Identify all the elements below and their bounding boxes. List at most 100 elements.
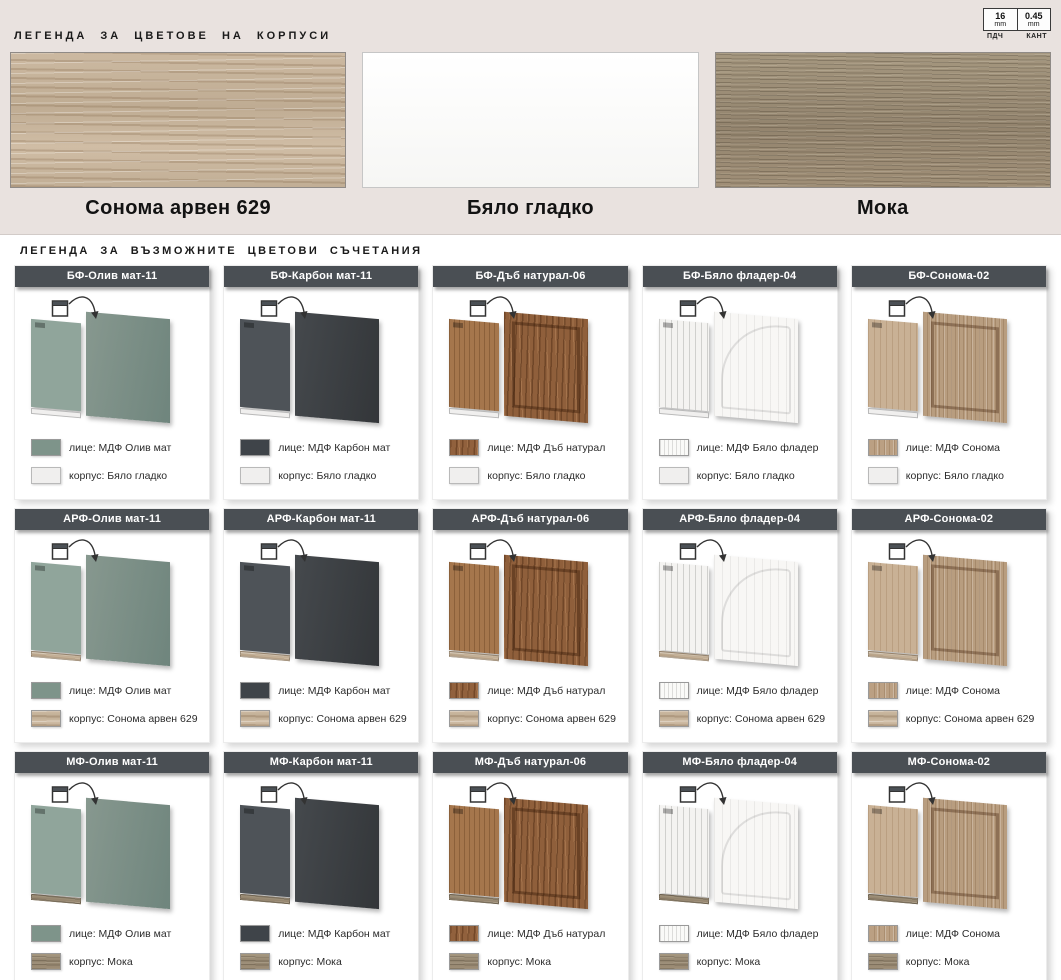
combo-card: АРФ-Карбон мат-11 лице: МДФ Карбон мат к… [223, 508, 419, 743]
body-color-swatch [449, 710, 479, 727]
face-color-swatch [31, 439, 61, 456]
combo-card: БФ-Сонома-02 лице: МДФ Сонома корпус: Бя… [851, 265, 1047, 500]
combo-card: МФ-Бяло фладер-04 лице: МДФ Бяло фладер … [642, 751, 838, 980]
combo-card: МФ-Сонома-02 лице: МДФ Сонома корпус: Мо… [851, 751, 1047, 980]
body-legend-label: корпус: Бяло гладко [278, 470, 376, 482]
face-legend-row: лице: МДФ Дъб натурал [449, 682, 627, 699]
combo-card: БФ-Карбон мат-11 лице: МДФ Карбон мат ко… [223, 265, 419, 500]
body-legend-row: корпус: Бяло гладко [31, 467, 209, 484]
combinations-section: ЛЕГЕНДА ЗА ВЪЗМОЖНИТЕ ЦВЕТОВИ СЪЧЕТАНИЯ … [0, 235, 1061, 980]
edge-band-value: 0.45 [1025, 11, 1043, 21]
corpus-strip [449, 894, 499, 904]
edge-detail-icon [469, 532, 521, 576]
body-legend-label: корпус: Мока [697, 956, 761, 968]
face-legend-row: лице: МДФ Сонома [868, 439, 1046, 456]
catalog-page: 16 mm 0.45 mm ПДЧ КАНТ ЛЕГЕНДА ЗА ЦВЕТОВ… [0, 0, 1061, 980]
corpus-color-item: Сонома арвен 629 [10, 52, 346, 220]
combo-card: БФ-Бяло фладер-04 лице: МДФ Бяло фладер … [642, 265, 838, 500]
combo-card: БФ-Дъб натурал-06 лице: МДФ Дъб натурал … [432, 265, 628, 500]
combo-illustration [643, 773, 837, 925]
combo-card: АРФ-Олив мат-11 лице: МДФ Олив мат корпу… [14, 508, 210, 743]
corpus-colors-section: 16 mm 0.45 mm ПДЧ КАНТ ЛЕГЕНДА ЗА ЦВЕТОВ… [0, 0, 1061, 235]
body-color-swatch [449, 467, 479, 484]
edge-band-label: КАНТ [1026, 33, 1047, 40]
body-legend-label: корпус: Бяло гладко [697, 470, 795, 482]
corpus-strip [240, 894, 290, 904]
corpus-color-name: Мока [715, 197, 1051, 220]
corpus-strip [31, 651, 81, 661]
edge-detail-icon [888, 775, 940, 819]
edge-detail-icon [679, 532, 731, 576]
face-color-swatch [868, 682, 898, 699]
body-color-swatch [659, 467, 689, 484]
combo-illustration [15, 287, 209, 439]
corpus-color-swatch [10, 52, 346, 188]
face-legend-row: лице: МДФ Сонома [868, 682, 1046, 699]
face-legend-row: лице: МДФ Бяло фладер [659, 682, 837, 699]
body-color-swatch [868, 710, 898, 727]
face-legend-row: лице: МДФ Сонома [868, 925, 1046, 942]
face-color-swatch [240, 439, 270, 456]
combo-illustration [433, 287, 627, 439]
combo-card: АРФ-Дъб натурал-06 лице: МДФ Дъб натурал… [432, 508, 628, 743]
combo-card-title: АРФ-Бяло фладер-04 [643, 509, 837, 530]
body-legend-label: корпус: Мока [69, 956, 133, 968]
edge-detail-icon [888, 532, 940, 576]
face-color-swatch [449, 439, 479, 456]
face-legend-label: лице: МДФ Дъб натурал [487, 685, 605, 697]
combo-illustration [643, 287, 837, 439]
face-legend-label: лице: МДФ Дъб натурал [487, 928, 605, 940]
combo-grid: БФ-Олив мат-11 лице: МДФ Олив мат корпус… [14, 265, 1047, 980]
face-color-swatch [868, 925, 898, 942]
corpus-strip [659, 894, 709, 904]
edge-info: 16 mm 0.45 mm ПДЧ КАНТ [983, 8, 1051, 40]
combo-card-title: АРФ-Дъб натурал-06 [433, 509, 627, 530]
combo-card-title: МФ-Дъб натурал-06 [433, 752, 627, 773]
body-color-swatch [868, 467, 898, 484]
combo-illustration [852, 287, 1046, 439]
combo-card-title: МФ-Бяло фладер-04 [643, 752, 837, 773]
combo-card: АРФ-Сонома-02 лице: МДФ Сонома корпус: С… [851, 508, 1047, 743]
body-legend-label: корпус: Сонома арвен 629 [278, 713, 407, 725]
face-legend-label: лице: МДФ Бяло фладер [697, 442, 819, 454]
body-color-swatch [240, 953, 270, 970]
body-legend-label: корпус: Бяло гладко [487, 470, 585, 482]
body-legend-row: корпус: Сонома арвен 629 [868, 710, 1046, 727]
body-legend-label: корпус: Сонома арвен 629 [697, 713, 826, 725]
face-legend-row: лице: МДФ Карбон мат [240, 682, 418, 699]
combo-card-title: БФ-Карбон мат-11 [224, 266, 418, 287]
corpus-strip [31, 894, 81, 904]
body-color-swatch [240, 710, 270, 727]
face-legend-row: лице: МДФ Олив мат [31, 439, 209, 456]
corpus-strip [240, 408, 290, 418]
body-legend-row: корпус: Мока [659, 953, 837, 970]
combo-card: МФ-Карбон мат-11 лице: МДФ Карбон мат ко… [223, 751, 419, 980]
face-color-swatch [240, 925, 270, 942]
combo-card-title: БФ-Сонома-02 [852, 266, 1046, 287]
body-color-swatch [868, 953, 898, 970]
face-legend-label: лице: МДФ Сонома [906, 685, 1000, 697]
face-legend-row: лице: МДФ Бяло фладер [659, 925, 837, 942]
body-color-swatch [240, 467, 270, 484]
face-legend-row: лице: МДФ Бяло фладер [659, 439, 837, 456]
body-legend-row: корпус: Сонома арвен 629 [659, 710, 837, 727]
edge-labels: ПДЧ КАНТ [983, 31, 1051, 40]
body-legend-label: корпус: Бяло гладко [906, 470, 1004, 482]
body-legend-label: корпус: Мока [906, 956, 970, 968]
combo-card-title: МФ-Карбон мат-11 [224, 752, 418, 773]
combo-illustration [852, 773, 1046, 925]
face-legend-label: лице: МДФ Олив мат [69, 442, 171, 454]
face-color-swatch [31, 682, 61, 699]
edge-detail-icon [260, 289, 312, 333]
corpus-strip [659, 408, 709, 418]
edge-detail-icon [469, 289, 521, 333]
face-legend-label: лице: МДФ Олив мат [69, 928, 171, 940]
board-thickness-value: 16 [995, 11, 1005, 21]
corpus-strip [868, 408, 918, 418]
corpus-strip [868, 651, 918, 661]
face-legend-label: лице: МДФ Бяло фладер [697, 928, 819, 940]
combo-card: АРФ-Бяло фладер-04 лице: МДФ Бяло фладер… [642, 508, 838, 743]
board-thickness: 16 mm [984, 9, 1017, 30]
corpus-strip [868, 894, 918, 904]
body-color-swatch [31, 953, 61, 970]
